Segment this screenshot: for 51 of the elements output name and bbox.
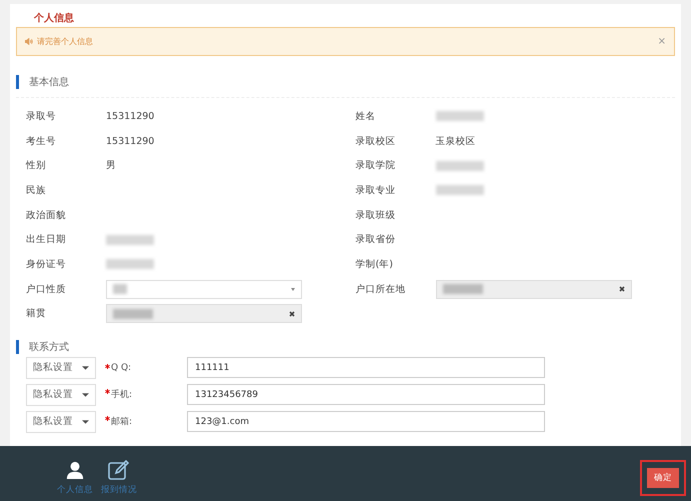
privacy-dropdown[interactable]: 隐私设置 [26,356,96,379]
field-label: 录取号 [26,110,57,123]
clear-icon[interactable] [289,310,295,317]
field-label: 录取校区 [356,134,396,148]
field-label: 录取学院 [356,159,396,172]
field-label: 姓名 [356,110,376,123]
field-label: 籍贯 [26,307,47,320]
field-label: 录取专业 [356,184,396,197]
privacy-dropdown[interactable]: 隐私设置 [26,410,96,433]
field-value: 男 [106,159,116,172]
input-field[interactable]: 111111 [187,357,545,378]
redacted-value [436,160,484,171]
input-field[interactable]: 123@1.com [187,411,545,432]
edit-icon[interactable] [108,460,130,480]
redacted-value [106,234,154,245]
redacted-value [106,259,154,270]
page-title: 个人信息 [33,12,75,26]
field-value: 15311290 [106,136,154,147]
person-icon[interactable] [66,460,84,480]
caret-icon[interactable] [82,366,89,370]
confirm-button[interactable]: 确定 [647,468,679,488]
field-label: 户口所在地 [356,282,406,296]
field-value: 玉泉校区 [436,134,476,148]
field-label: 性别 [26,159,47,172]
section-title: 联系方式 [29,340,69,354]
field-label: 考生号 [26,134,57,148]
field-label: 邮箱: [111,416,132,428]
select-field[interactable] [106,304,302,324]
select-field[interactable] [436,280,632,299]
redacted-value [436,185,484,196]
field-label: 手机: [111,388,132,402]
input-field[interactable]: 13123456789 [187,384,545,406]
field-label: 学制(年) [356,258,394,271]
field-label: 民族 [26,184,47,197]
field-label: 政治面貌 [26,208,67,222]
field-label: 出生日期 [26,233,67,246]
field-label: 录取省份 [356,233,396,246]
select-field[interactable] [106,280,302,299]
field-label: 户口性质 [26,282,67,296]
field-value: 15311290 [106,110,154,122]
privacy-dropdown[interactable]: 隐私设置 [26,384,96,406]
alert-text: 请完善个人信息 [37,36,93,47]
clear-icon[interactable] [618,286,624,292]
speaker-icon [25,38,33,45]
redacted-value [436,111,484,122]
caret-icon[interactable] [82,392,89,397]
caret-icon[interactable] [82,420,89,424]
section-title: 基本信息 [29,76,69,89]
field-label: Q Q: [111,362,132,373]
field-label: 录取班级 [356,208,396,222]
field-label: 身份证号 [26,258,67,271]
